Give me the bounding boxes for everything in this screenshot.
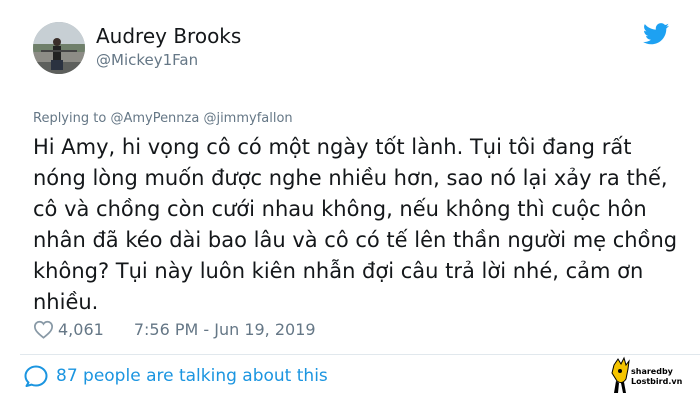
watermark-text: sharedby Lostbird.vn <box>631 367 682 387</box>
replying-to: Replying to @AmyPennza @jimmyfallon <box>33 111 293 126</box>
timestamp[interactable]: 7:56 PM - Jun 19, 2019 <box>134 320 316 339</box>
divider <box>20 354 700 355</box>
talking-about-link[interactable]: 87 people are talking about this <box>24 365 328 387</box>
avatar-photo <box>33 22 85 74</box>
watermark-line1: sharedby <box>631 367 673 376</box>
display-name[interactable]: Audrey Brooks <box>96 24 241 48</box>
reply-mentions[interactable]: @AmyPennza @jimmyfallon <box>110 111 292 126</box>
avatar[interactable] <box>33 22 85 74</box>
tweet-card: Audrey Brooks @Mickey1Fan Replying to @A… <box>0 0 700 403</box>
replying-to-label: Replying to <box>33 111 107 126</box>
user-handle[interactable]: @Mickey1Fan <box>96 51 198 69</box>
watermark-logo: sharedby Lostbird.vn <box>608 355 700 403</box>
talking-about-label[interactable]: 87 people are talking about this <box>56 366 328 386</box>
twitter-bird-icon[interactable] <box>643 23 669 45</box>
heart-icon[interactable] <box>33 320 54 339</box>
speech-bubble-icon <box>24 365 48 387</box>
like-count: 4,061 <box>58 319 104 339</box>
watermark-line2: Lostbird.vn <box>631 377 683 386</box>
tweet-text: Hi Amy, hi vọng cô có một ngày tốt lành.… <box>33 135 678 314</box>
tweet-meta: 4,061 7:56 PM - Jun 19, 2019 <box>33 317 316 341</box>
